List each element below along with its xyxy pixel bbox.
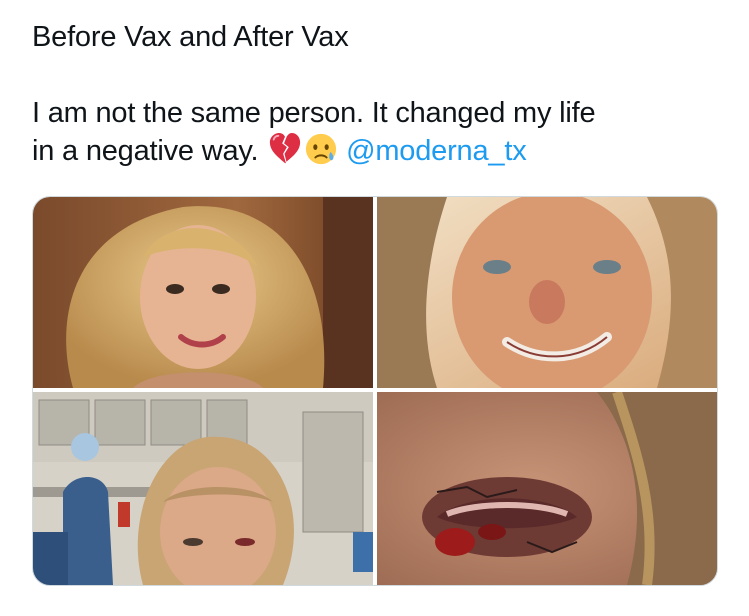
photo-before-portrait[interactable] [33, 197, 373, 388]
tweet-body-line-2: in a negative way. @moderna_tx [32, 132, 722, 170]
media-grid[interactable] [32, 196, 718, 586]
photo-eye-injury-closeup[interactable] [377, 392, 717, 585]
tweet-body-line-1: I am not the same person. It changed my … [32, 97, 596, 129]
photo-after-portrait[interactable] [377, 197, 717, 388]
tweet-body-text-2: in a negative way. [32, 135, 259, 167]
tweet-text: Before Vax and After Vax I am not the sa… [32, 18, 722, 170]
mention-link[interactable]: @moderna_tx [346, 135, 527, 167]
tweet-title-line: Before Vax and After Vax [32, 21, 349, 53]
crying-face-icon [306, 133, 337, 165]
tweet: Before Vax and After Vax I am not the sa… [0, 0, 749, 616]
broken-heart-icon [270, 132, 301, 164]
photo-hospital-selfie[interactable] [33, 392, 373, 585]
